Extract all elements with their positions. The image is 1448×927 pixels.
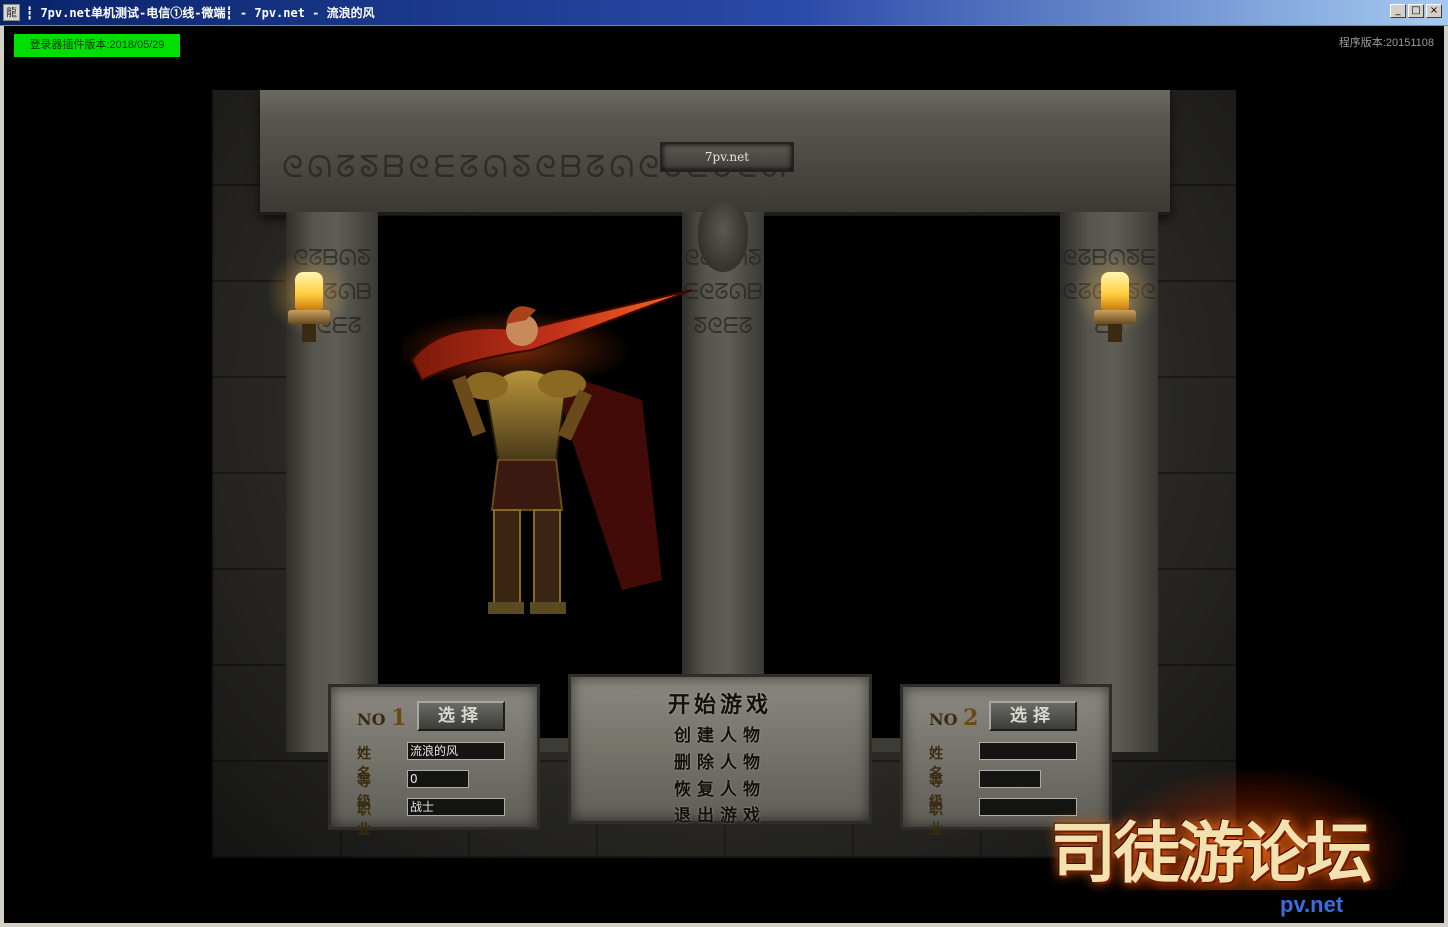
slot-number-label: NO 2 bbox=[929, 705, 979, 731]
start-game-button[interactable]: 开始游戏 bbox=[571, 687, 869, 719]
delete-character-button[interactable]: 删除人物 bbox=[571, 748, 869, 773]
window-title: ┇ 7pv.net单机测试-电信①线-微端┇ - 7pv.net - 流浪的风 bbox=[26, 6, 375, 20]
character-select-scene: ᘓᘏᘔᘕᗷᘓᗴᘔᘏᘕᘓᗷᘔᘏᘓᘕᗴᘔᘓᘏ 7pv.net ᘓᘔᗷᘏᘕᗴᘓᘔᘏᗷᘕ… bbox=[212, 90, 1236, 858]
window-border-bottom bbox=[0, 923, 1448, 927]
watermark-url: pv.net bbox=[1280, 892, 1344, 917]
character-level-field: 0 bbox=[407, 770, 469, 788]
server-plaque: 7pv.net bbox=[660, 142, 794, 172]
window-titlebar[interactable]: 龍 ┇ 7pv.net单机测试-电信①线-微端┇ - 7pv.net - 流浪的… bbox=[0, 0, 1448, 26]
character-level-field bbox=[979, 770, 1041, 788]
main-menu-panel: 开始游戏 创建人物 删除人物 恢复人物 退出游戏 bbox=[568, 674, 872, 826]
forum-watermark: 司徒游论坛 pv.net bbox=[1044, 770, 1436, 920]
slot-number-label: NO 1 bbox=[357, 705, 407, 731]
character-job-field: 战士 bbox=[407, 798, 505, 816]
job-label: 职业 bbox=[929, 802, 945, 838]
wall-lamp-icon bbox=[266, 250, 352, 344]
select-character-1-button[interactable]: 选择 bbox=[417, 701, 505, 731]
window-border-left bbox=[0, 26, 4, 927]
restore-character-button[interactable]: 恢复人物 bbox=[571, 775, 869, 800]
minimize-button[interactable]: _ bbox=[1390, 4, 1406, 18]
watermark-logo-text: 司徒游论坛 bbox=[1050, 814, 1372, 892]
character-slot-1: NO 1 选择 姓名 流浪的风 等级 0 职业 战士 bbox=[328, 684, 540, 838]
character-alcove-2[interactable] bbox=[764, 216, 1060, 738]
warrior-character[interactable] bbox=[402, 280, 702, 640]
maximize-button[interactable]: □ bbox=[1408, 4, 1424, 18]
job-label: 职业 bbox=[357, 802, 373, 838]
program-version-label: 程序版本:20151108 bbox=[1338, 37, 1434, 49]
character-name-field: 流浪的风 bbox=[407, 742, 505, 760]
wall-lamp-icon bbox=[1072, 250, 1158, 344]
close-button[interactable]: × bbox=[1426, 4, 1442, 18]
window-border-right bbox=[1444, 26, 1448, 927]
character-name-field bbox=[979, 742, 1077, 760]
select-character-2-button[interactable]: 选择 bbox=[989, 701, 1077, 731]
app-icon[interactable]: 龍 bbox=[3, 4, 20, 21]
gargoyle-carving bbox=[698, 202, 748, 272]
create-character-button[interactable]: 创建人物 bbox=[571, 721, 869, 746]
exit-game-button[interactable]: 退出游戏 bbox=[571, 801, 869, 826]
plugin-version-badge: 登录器插件版本:2018/05/29 bbox=[14, 34, 180, 57]
